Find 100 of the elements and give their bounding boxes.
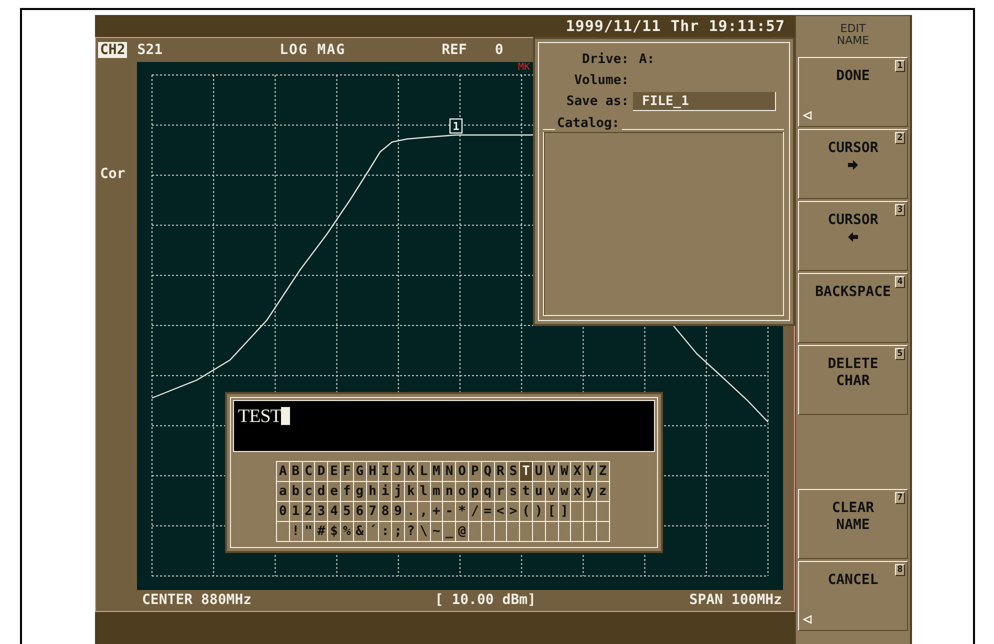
character-key[interactable]: , [418, 502, 431, 522]
character-key[interactable]: [ [546, 502, 559, 522]
character-key[interactable]: & [354, 522, 367, 542]
character-key[interactable]: Q [482, 462, 495, 482]
character-key[interactable]: t [520, 482, 533, 502]
character-key[interactable]: P [468, 462, 482, 482]
character-key[interactable]: : [379, 522, 392, 542]
character-key[interactable]: N [443, 462, 456, 482]
character-key[interactable]: c [302, 482, 316, 502]
character-key[interactable]: % [340, 522, 354, 542]
character-key[interactable]: j [392, 482, 405, 502]
character-key[interactable]: C [302, 462, 316, 482]
character-key[interactable]: ; [392, 522, 405, 542]
name-field[interactable]: TEST [233, 400, 655, 452]
softkey-button[interactable]: CLEAR NAME 7 [798, 489, 908, 559]
softkey-button[interactable]: BACKSPACE 4 [798, 273, 908, 343]
character-key[interactable]: ] [558, 502, 572, 522]
character-key[interactable]: V [546, 462, 559, 482]
character-key[interactable]: U [532, 462, 546, 482]
character-key[interactable]: < [494, 502, 508, 522]
softkey-button[interactable]: DONE 1 [798, 57, 908, 127]
character-key[interactable]: H [366, 462, 380, 482]
character-key[interactable]: p [468, 482, 482, 502]
character-key[interactable]: X [571, 462, 584, 482]
volume-label: Volume: [573, 73, 629, 88]
character-key[interactable]: W [558, 462, 572, 482]
character-key[interactable]: u [532, 482, 546, 502]
character-key[interactable]: R [494, 462, 508, 482]
character-key[interactable]: e [328, 482, 341, 502]
character-key[interactable]: f [340, 482, 354, 502]
character-key[interactable]: / [468, 502, 482, 522]
character-key[interactable]: = [482, 502, 495, 522]
character-key[interactable]: 0 [277, 502, 290, 522]
character-key[interactable]: w [558, 482, 572, 502]
character-key[interactable]: 1 [290, 502, 303, 522]
character-key[interactable]: z [596, 482, 610, 502]
character-key[interactable]: s [507, 482, 520, 502]
character-key[interactable]: M [430, 462, 444, 482]
softkey-button[interactable]: CURSOR 3 [798, 201, 908, 271]
character-key[interactable]: 4 [328, 502, 341, 522]
character-key[interactable]: ~ [430, 522, 444, 542]
softkey-button[interactable]: CANCEL 8 [798, 561, 908, 631]
character-key[interactable]: h [366, 482, 380, 502]
character-key[interactable]: m [430, 482, 444, 502]
character-key[interactable]: v [546, 482, 559, 502]
filename-field[interactable]: FILE_1 [633, 92, 776, 111]
character-key[interactable]: d [315, 482, 328, 502]
character-key[interactable]: + [430, 502, 444, 522]
character-key[interactable]: G [354, 462, 367, 482]
character-key[interactable]: l [418, 482, 431, 502]
character-key[interactable]: D [315, 462, 328, 482]
character-key[interactable]: O [456, 462, 469, 482]
character-key[interactable]: ) [532, 502, 546, 522]
character-key[interactable]: r [494, 482, 508, 502]
character-key[interactable]: ! [290, 522, 303, 542]
character-key[interactable]: ( [520, 502, 533, 522]
character-key[interactable]: \ [418, 522, 431, 542]
character-key[interactable]: 5 [340, 502, 354, 522]
character-key[interactable]: > [507, 502, 520, 522]
character-key[interactable]: Z [596, 462, 610, 482]
character-key[interactable]: o [456, 482, 469, 502]
character-key[interactable]: F [340, 462, 354, 482]
softkey-button[interactable]: CURSOR 2 [798, 129, 908, 199]
character-key[interactable]: 9 [392, 502, 405, 522]
character-key[interactable]: S [507, 462, 520, 482]
character-key[interactable]: ? [404, 522, 418, 542]
character-key[interactable]: E [328, 462, 341, 482]
character-key[interactable]: J [392, 462, 405, 482]
character-key[interactable]: i [379, 482, 392, 502]
character-key[interactable]: K [404, 462, 418, 482]
character-key[interactable]: @ [456, 522, 469, 542]
character-key[interactable]: k [404, 482, 418, 502]
character-key[interactable]: x [571, 482, 584, 502]
character-key[interactable]: I [379, 462, 392, 482]
character-key[interactable]: L [418, 462, 431, 482]
character-key[interactable]: q [482, 482, 495, 502]
character-key[interactable]: 8 [379, 502, 392, 522]
marker-flag: 1 [449, 118, 463, 134]
character-key[interactable]: * [456, 502, 469, 522]
character-key[interactable]: y [584, 482, 597, 502]
character-key[interactable]: ´ [366, 522, 380, 542]
character-key[interactable]: b [290, 482, 303, 502]
character-key[interactable]: n [443, 482, 456, 502]
character-key[interactable]: T [520, 462, 533, 482]
character-key[interactable]: B [290, 462, 303, 482]
character-key[interactable]: # [315, 522, 328, 542]
character-key[interactable]: _ [443, 522, 456, 542]
character-key[interactable]: 3 [315, 502, 328, 522]
softkey-button[interactable]: DELETE CHAR 5 [798, 345, 908, 415]
character-key[interactable]: $ [328, 522, 341, 542]
character-key[interactable]: 7 [366, 502, 380, 522]
character-key[interactable]: Y [584, 462, 597, 482]
character-key[interactable]: a [277, 482, 290, 502]
character-key[interactable]: g [354, 482, 367, 502]
character-key[interactable]: A [277, 462, 290, 482]
character-key[interactable]: - [443, 502, 456, 522]
character-key[interactable]: 2 [302, 502, 316, 522]
character-key[interactable]: . [404, 502, 418, 522]
character-key[interactable]: " [302, 522, 316, 542]
character-key[interactable]: 6 [354, 502, 367, 522]
